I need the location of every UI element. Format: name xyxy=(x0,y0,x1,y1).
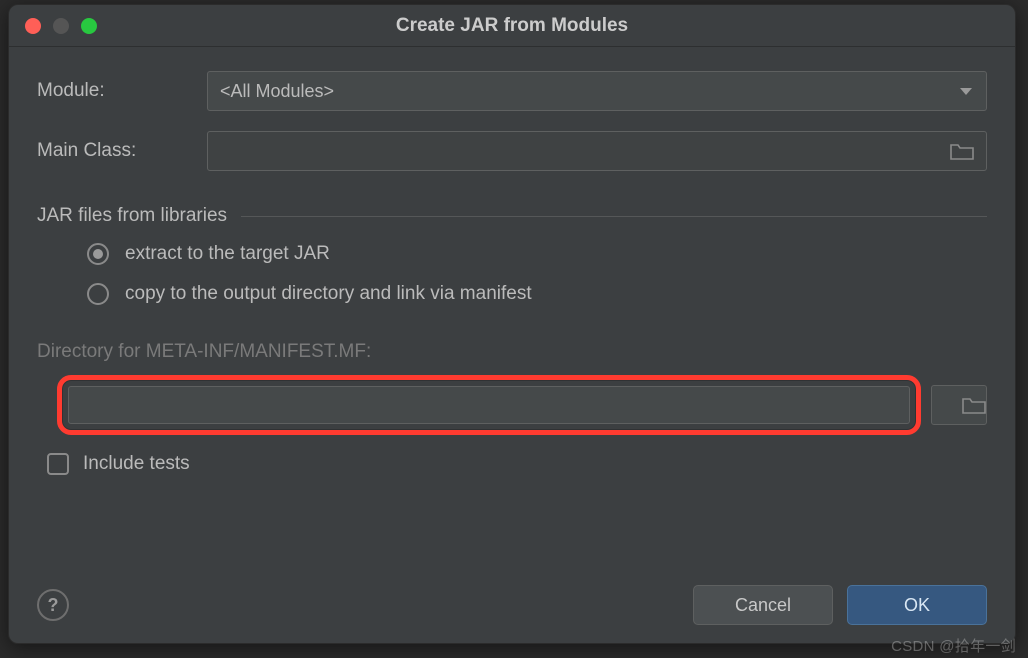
radio-extract[interactable] xyxy=(87,243,109,265)
highlighted-area xyxy=(57,375,921,435)
watermark: CSDN @拾年一剑 xyxy=(891,635,1016,656)
folder-icon[interactable] xyxy=(950,142,974,160)
module-row: Module: <All Modules> xyxy=(37,71,987,111)
cancel-label: Cancel xyxy=(735,595,791,616)
dialog-footer: ? Cancel OK xyxy=(37,573,987,625)
include-tests-row[interactable]: Include tests xyxy=(37,453,987,475)
radio-extract-row[interactable]: extract to the target JAR xyxy=(37,243,987,265)
dialog-window: Create JAR from Modules Module: <All Mod… xyxy=(8,4,1016,644)
directory-input[interactable] xyxy=(68,386,910,424)
dialog-title: Create JAR from Modules xyxy=(9,15,1015,37)
divider xyxy=(241,216,987,217)
module-select[interactable]: <All Modules> xyxy=(207,71,987,111)
module-label: Module: xyxy=(37,80,197,102)
help-button[interactable]: ? xyxy=(37,589,69,621)
chevron-down-icon xyxy=(960,88,972,95)
ok-label: OK xyxy=(904,595,930,616)
titlebar: Create JAR from Modules xyxy=(9,5,1015,47)
folder-icon xyxy=(962,396,986,414)
radio-copy-label: copy to the output directory and link vi… xyxy=(125,283,532,305)
help-icon: ? xyxy=(48,595,59,616)
maximize-icon[interactable] xyxy=(81,18,97,34)
main-class-input[interactable] xyxy=(207,131,987,171)
close-icon[interactable] xyxy=(25,18,41,34)
dialog-content: Module: <All Modules> Main Class: JAR fi… xyxy=(9,47,1015,643)
radio-copy[interactable] xyxy=(87,283,109,305)
directory-label: Directory for META-INF/MANIFEST.MF: xyxy=(37,341,987,363)
cancel-button[interactable]: Cancel xyxy=(693,585,833,625)
section-header: JAR files from libraries xyxy=(37,205,987,227)
radio-extract-label: extract to the target JAR xyxy=(125,243,330,265)
radio-copy-row[interactable]: copy to the output directory and link vi… xyxy=(37,283,987,305)
main-class-label: Main Class: xyxy=(37,140,197,162)
main-class-row: Main Class: xyxy=(37,131,987,171)
include-tests-label: Include tests xyxy=(83,453,190,475)
section-label: JAR files from libraries xyxy=(37,205,227,227)
browse-directory-button[interactable] xyxy=(931,385,987,425)
ok-button[interactable]: OK xyxy=(847,585,987,625)
include-tests-checkbox[interactable] xyxy=(47,453,69,475)
minimize-icon xyxy=(53,18,69,34)
directory-row xyxy=(37,375,987,435)
window-controls xyxy=(25,18,97,34)
module-select-value: <All Modules> xyxy=(220,81,334,102)
